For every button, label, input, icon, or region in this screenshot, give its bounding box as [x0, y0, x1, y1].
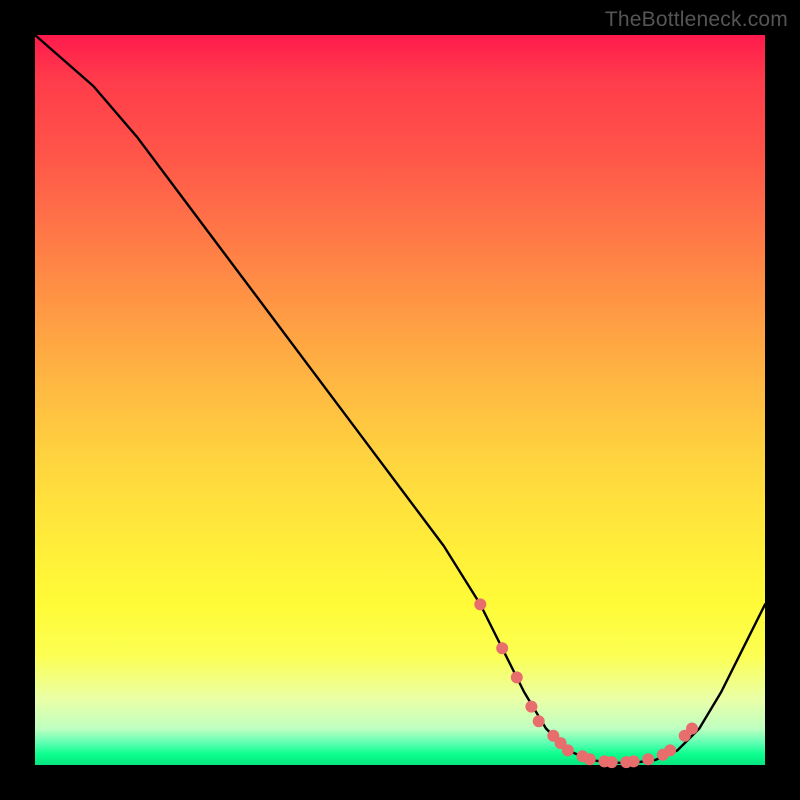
curve-marker [525, 701, 537, 713]
curve-marker [511, 671, 523, 683]
curve-marker [664, 744, 676, 756]
plot-area [35, 35, 765, 765]
curve-marker [533, 715, 545, 727]
chart-frame: TheBottleneck.com [0, 0, 800, 800]
curve-markers [474, 598, 698, 768]
curve-marker [686, 723, 698, 735]
curve-marker [628, 755, 640, 767]
curve-marker [584, 753, 596, 765]
bottleneck-curve [35, 35, 765, 763]
curve-marker [496, 642, 508, 654]
curve-marker [606, 756, 618, 768]
chart-svg [35, 35, 765, 765]
watermark-text: TheBottleneck.com [605, 8, 788, 32]
curve-marker [642, 753, 654, 765]
curve-marker [562, 744, 574, 756]
curve-marker [474, 598, 486, 610]
